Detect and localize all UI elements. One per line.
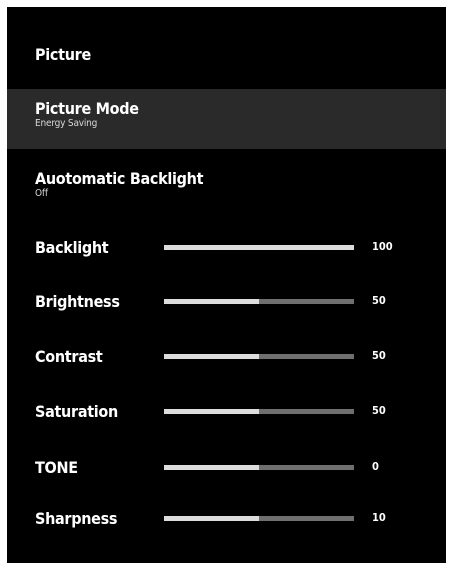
picture-mode-value: Energy Saving: [35, 118, 98, 129]
brightness-slider[interactable]: [164, 299, 354, 304]
tone-label: TONE: [35, 458, 78, 477]
backlight-slider-fill: [164, 245, 354, 250]
sharpness-slider-row[interactable]: Sharpness 10: [7, 505, 446, 531]
saturation-slider-fill: [164, 409, 259, 414]
automatic-backlight-item[interactable]: Auotomatic Backlight Off: [7, 170, 446, 210]
saturation-label: Saturation: [35, 402, 118, 421]
backlight-slider[interactable]: [164, 245, 354, 250]
tone-slider-row[interactable]: TONE 0: [7, 454, 446, 480]
contrast-value: 50: [372, 349, 386, 362]
automatic-backlight-value: Off: [35, 188, 48, 199]
contrast-slider-fill: [164, 354, 259, 359]
panel-title: Picture: [35, 45, 91, 64]
backlight-label: Backlight: [35, 238, 109, 257]
automatic-backlight-label: Auotomatic Backlight: [35, 169, 204, 188]
brightness-slider-fill: [164, 299, 259, 304]
brightness-label: Brightness: [35, 292, 120, 311]
brightness-slider-row[interactable]: Brightness 50: [7, 288, 446, 314]
backlight-slider-row[interactable]: Backlight 100: [7, 234, 446, 260]
contrast-label: Contrast: [35, 347, 103, 366]
sharpness-slider-fill: [164, 516, 259, 521]
picture-mode-item[interactable]: Picture Mode Energy Saving: [7, 89, 446, 149]
saturation-value: 50: [372, 404, 386, 417]
sharpness-value: 10: [372, 511, 386, 524]
sharpness-slider[interactable]: [164, 516, 354, 521]
picture-mode-label: Picture Mode: [35, 99, 139, 118]
saturation-slider[interactable]: [164, 409, 354, 414]
contrast-slider[interactable]: [164, 354, 354, 359]
tone-value: 0: [372, 460, 379, 473]
tone-slider[interactable]: [164, 465, 354, 470]
saturation-slider-row[interactable]: Saturation 50: [7, 398, 446, 424]
backlight-value: 100: [372, 240, 393, 253]
tone-slider-fill: [164, 465, 259, 470]
picture-settings-panel: Picture Picture Mode Energy Saving Auoto…: [7, 7, 446, 563]
brightness-value: 50: [372, 294, 386, 307]
contrast-slider-row[interactable]: Contrast 50: [7, 343, 446, 369]
sharpness-label: Sharpness: [35, 509, 118, 528]
